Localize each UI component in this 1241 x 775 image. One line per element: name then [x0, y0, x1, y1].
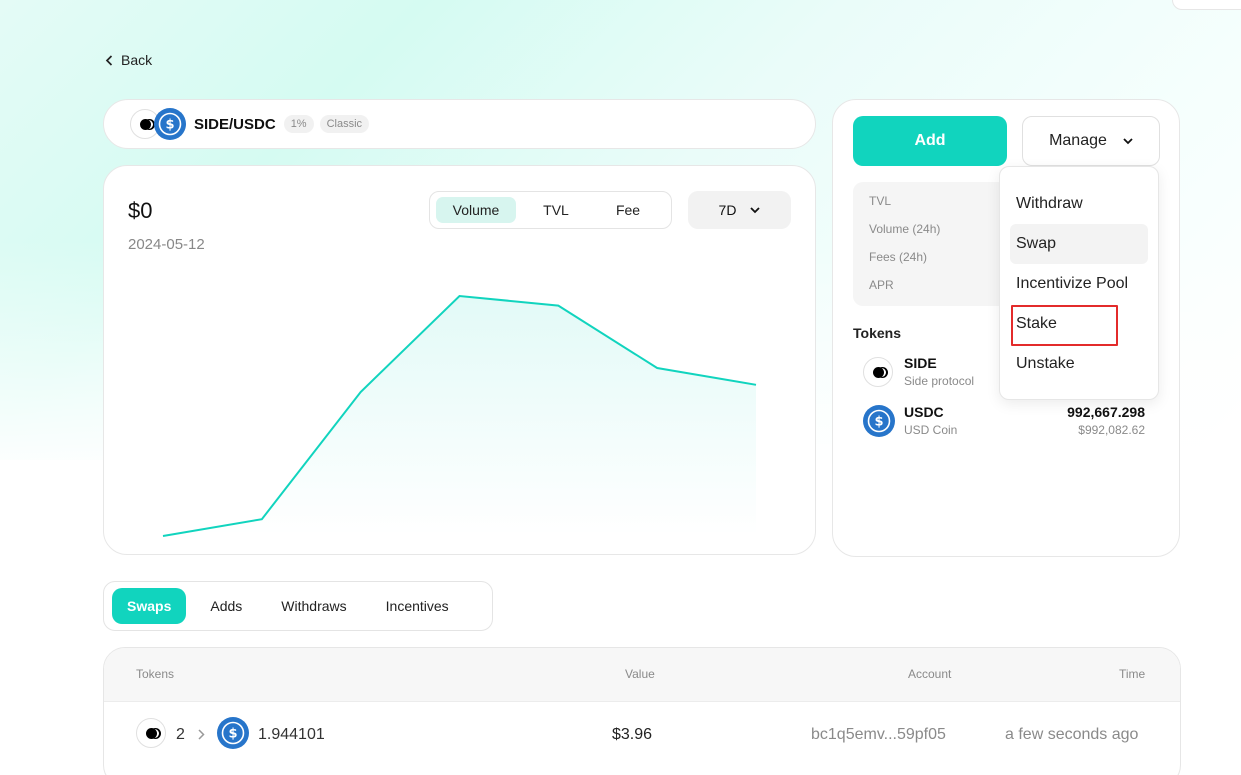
pair-token-icons: $ [130, 108, 190, 140]
menu-item-unstake[interactable]: Unstake [1010, 344, 1148, 384]
token-amount: 992,667.298 [1067, 404, 1145, 420]
menu-item-swap[interactable]: Swap [1010, 224, 1148, 264]
side-token-icon [863, 357, 893, 387]
menu-item-incentivize-pool[interactable]: Incentivize Pool [1010, 264, 1148, 304]
back-button[interactable]: Back [105, 52, 152, 68]
transactions-table: Tokens Value Account Time 2 $ 1.944101 $… [103, 647, 1181, 775]
usdc-token-icon: $ [863, 405, 895, 437]
fee-tier-badge: 1% [283, 115, 314, 133]
manage-menu: Withdraw Swap Incentivize Pool Stake Uns… [999, 166, 1159, 400]
chevron-down-icon [1123, 137, 1133, 144]
svg-text:$: $ [228, 727, 237, 742]
to-amount: 1.944101 [258, 726, 325, 743]
svg-text:$: $ [874, 415, 883, 430]
manage-label: Manage [1049, 132, 1107, 149]
header-account: Account [908, 667, 952, 681]
table-header: Tokens Value Account Time [104, 648, 1180, 702]
usdc-token-icon: $ [217, 717, 249, 749]
chevron-right-icon [198, 729, 205, 740]
corner-control[interactable] [1172, 0, 1241, 10]
token-name: USD Coin [904, 423, 958, 437]
trade-value: $3.96 [612, 726, 653, 743]
header-tokens: Tokens [136, 667, 175, 681]
token-symbol: SIDE [904, 355, 937, 371]
tokens-heading: Tokens [853, 325, 901, 341]
account-link[interactable]: bc1q5emv...59pf05 [811, 726, 946, 744]
header-value: Value [625, 667, 655, 681]
pool-type-badge: Classic [319, 115, 370, 133]
from-amount: 2 [176, 726, 185, 743]
chart-card: $0 2024-05-12 Volume TVL Fee 7D [103, 165, 816, 555]
tab-swaps[interactable]: Swaps [112, 588, 187, 624]
chart-area-fill [163, 296, 756, 536]
side-token-icon [136, 718, 166, 748]
token-name: Side protocol [904, 374, 975, 388]
table-row[interactable]: 2 $ 1.944101 $3.96 bc1q5emv...59pf05 a f… [104, 702, 1180, 768]
manage-dropdown-button[interactable]: Manage [1022, 116, 1160, 166]
back-label: Back [121, 52, 153, 68]
usdc-token-icon: $ [154, 108, 186, 140]
add-liquidity-button[interactable]: Add [853, 116, 1007, 166]
menu-item-stake[interactable]: Stake [1010, 304, 1148, 346]
svg-text:$: $ [165, 118, 174, 133]
chevron-left-icon [105, 54, 113, 66]
activity-tabs: Swaps Adds Withdraws Incentives [103, 581, 493, 631]
header-time: Time [1119, 667, 1146, 681]
token-usd: $992,082.62 [1078, 423, 1145, 437]
pair-name: SIDE/USDC [194, 115, 276, 133]
pair-header: $ SIDE/USDC 1% Classic [103, 99, 816, 149]
volume-chart [162, 294, 757, 537]
trade-time: a few seconds ago [1005, 726, 1139, 743]
menu-item-withdraw[interactable]: Withdraw [1010, 184, 1148, 224]
tab-withdraws[interactable]: Withdraws [266, 588, 361, 624]
token-row-usdc: $ USDC USD Coin 992,667.298 $992,082.62 [863, 404, 1145, 444]
token-symbol: USDC [904, 404, 944, 420]
tab-adds[interactable]: Adds [195, 588, 257, 624]
tab-incentives[interactable]: Incentives [371, 588, 464, 624]
